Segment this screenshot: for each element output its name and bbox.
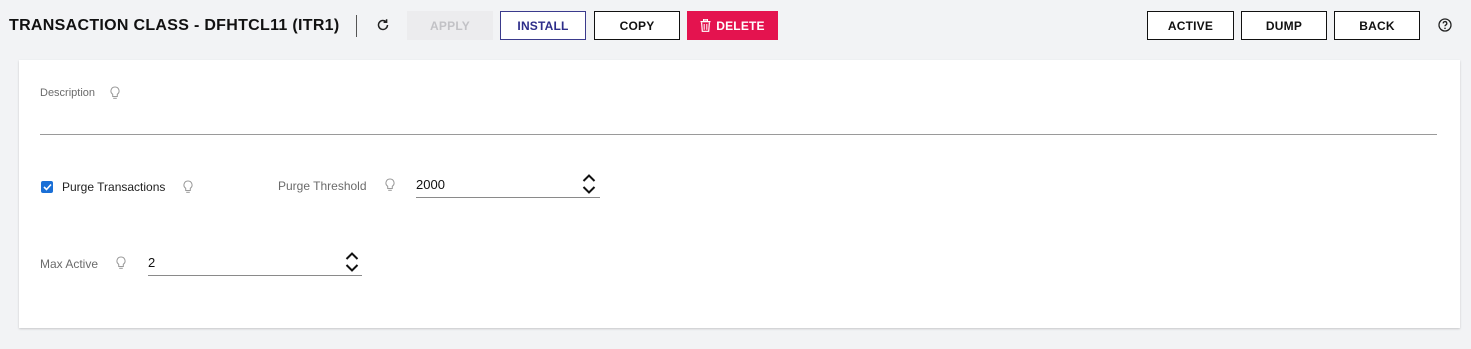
max-active-underline — [148, 275, 362, 276]
toolbar: TRANSACTION CLASS - DFHTCL11 (ITR1) APPL… — [0, 0, 1471, 52]
purge-transactions-checkbox[interactable] — [41, 181, 53, 193]
help-circle-icon — [1438, 18, 1452, 32]
max-active-stepper[interactable] — [344, 250, 360, 274]
install-button[interactable]: INSTALL — [500, 11, 586, 40]
purge-transactions-label: Purge Transactions — [62, 180, 166, 194]
purge-threshold-field[interactable] — [416, 174, 576, 194]
purge-threshold-label: Purge Threshold — [278, 179, 367, 193]
checkmark-icon — [42, 183, 52, 191]
lightbulb-icon[interactable] — [110, 86, 120, 100]
max-active-field[interactable] — [148, 252, 328, 272]
page-title: TRANSACTION CLASS - DFHTCL11 (ITR1) — [9, 17, 340, 34]
chevron-up-icon — [582, 174, 596, 182]
lightbulb-icon[interactable] — [183, 180, 193, 194]
chevron-down-icon — [582, 186, 596, 194]
apply-button-label: APPLY — [430, 18, 470, 33]
active-button-label: ACTIVE — [1167, 18, 1214, 33]
chevron-down-icon — [345, 264, 359, 272]
lightbulb-icon[interactable] — [385, 178, 395, 192]
refresh-button[interactable] — [373, 15, 393, 35]
description-label: Description — [40, 87, 96, 99]
install-button-label: INSTALL — [517, 18, 569, 33]
refresh-icon — [377, 19, 389, 31]
back-button[interactable]: BACK — [1334, 11, 1420, 40]
chevron-up-icon — [345, 252, 359, 260]
dump-button-label: DUMP — [1265, 18, 1303, 33]
purge-threshold-underline — [416, 197, 600, 198]
description-underline — [40, 134, 1437, 135]
lightbulb-icon[interactable] — [116, 256, 126, 270]
form-panel: Description Purge Transactions Purge Thr… — [19, 60, 1460, 328]
trash-icon — [700, 19, 711, 32]
dump-button[interactable]: DUMP — [1241, 11, 1327, 40]
delete-button-label: DELETE — [716, 18, 765, 33]
active-button[interactable]: ACTIVE — [1147, 11, 1234, 40]
copy-button[interactable]: COPY — [594, 11, 680, 40]
title-divider — [356, 15, 357, 37]
purge-threshold-stepper[interactable] — [581, 172, 597, 196]
delete-button[interactable]: DELETE — [687, 11, 778, 40]
copy-button-label: COPY — [619, 18, 655, 33]
max-active-label: Max Active — [40, 257, 99, 271]
back-button-label: BACK — [1359, 18, 1395, 33]
help-button[interactable] — [1437, 17, 1453, 33]
description-field[interactable] — [40, 110, 1437, 132]
apply-button[interactable]: APPLY — [407, 11, 493, 40]
